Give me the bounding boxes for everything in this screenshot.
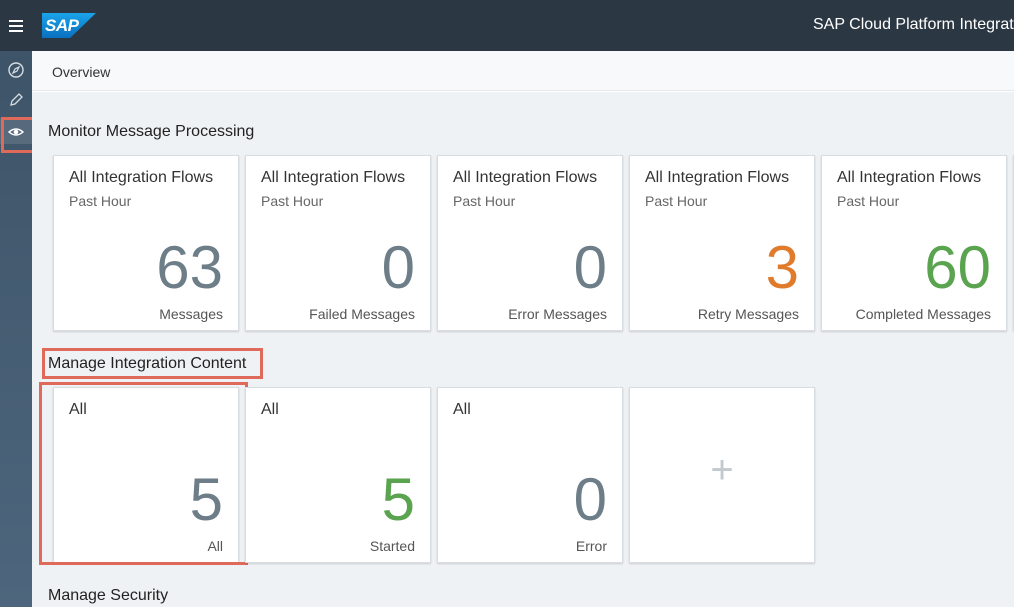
tile-unit: Failed Messages [309, 306, 415, 322]
add-tile-button[interactable]: + [629, 387, 815, 563]
tile-unit: Error Messages [508, 306, 607, 322]
tile-completed-messages[interactable]: All Integration Flows Past Hour 60 Compl… [821, 155, 1007, 331]
tile-failed-messages[interactable]: All Integration Flows Past Hour 0 Failed… [245, 155, 431, 331]
tile-title: All [453, 401, 471, 418]
tile-value: 5 [381, 466, 415, 533]
tile-value: 0 [573, 466, 607, 533]
tile-subtitle: Past Hour [69, 193, 132, 209]
menu-icon-line [9, 25, 23, 27]
tile-subtitle: Past Hour [645, 193, 708, 209]
tile-error-messages[interactable]: All Integration Flows Past Hour 0 Error … [437, 155, 623, 331]
tile-messages[interactable]: All Integration Flows Past Hour 63 Messa… [53, 155, 239, 331]
tile-value: 0 [381, 234, 415, 301]
tile-unit: Started [369, 538, 415, 554]
menu-icon-line [9, 20, 23, 22]
breadcrumb[interactable]: Overview [52, 64, 110, 80]
sap-logo-text: SAP [45, 16, 79, 35]
tile-unit: Messages [159, 306, 223, 322]
section-title-manage-content: Manage Integration Content [48, 355, 247, 372]
page-header: Overview [32, 51, 1014, 91]
tile-title: All Integration Flows [453, 169, 598, 186]
tile-unit: Error [575, 538, 607, 554]
tile-value: 63 [156, 234, 223, 301]
tile-unit: Completed Messages [855, 306, 991, 322]
section-title-monitor: Monitor Message Processing [48, 123, 255, 140]
tile-title: All [261, 401, 279, 418]
tile-subtitle: Past Hour [453, 193, 516, 209]
tile-title: All Integration Flows [69, 169, 214, 186]
app-title: SAP Cloud Platform Integrat [813, 16, 1014, 33]
nav-item-design[interactable] [0, 86, 32, 112]
tile-subtitle: Past Hour [837, 193, 900, 209]
tile-title: All Integration Flows [261, 169, 406, 186]
compass-icon [8, 62, 24, 78]
tile-retry-messages[interactable]: All Integration Flows Past Hour 3 Retry … [629, 155, 815, 331]
tile-title: All Integration Flows [837, 169, 982, 186]
highlight-box-all-tile [39, 382, 248, 565]
hamburger-menu-button[interactable] [0, 0, 32, 51]
tile-subtitle: Past Hour [261, 193, 324, 209]
sap-logo[interactable]: SAP [42, 13, 96, 38]
shell-bar: SAP SAP Cloud Platform Integrat [0, 0, 1014, 51]
overview-content: Monitor Message Processing All Integrati… [32, 92, 1014, 607]
plus-icon: + [710, 448, 734, 492]
nav-item-discover[interactable] [0, 56, 32, 82]
pencil-icon [10, 93, 23, 106]
tile-title: All Integration Flows [645, 169, 790, 186]
tile-value: 3 [765, 234, 799, 301]
section-title-manage-security: Manage Security [48, 587, 169, 604]
tile-content-error[interactable]: All 0 Error [437, 387, 623, 563]
tile-unit: Retry Messages [697, 306, 799, 322]
tile-value: 0 [573, 234, 607, 301]
menu-icon-line [9, 30, 23, 32]
tile-content-started[interactable]: All 5 Started [245, 387, 431, 563]
tile-value: 60 [924, 234, 991, 301]
